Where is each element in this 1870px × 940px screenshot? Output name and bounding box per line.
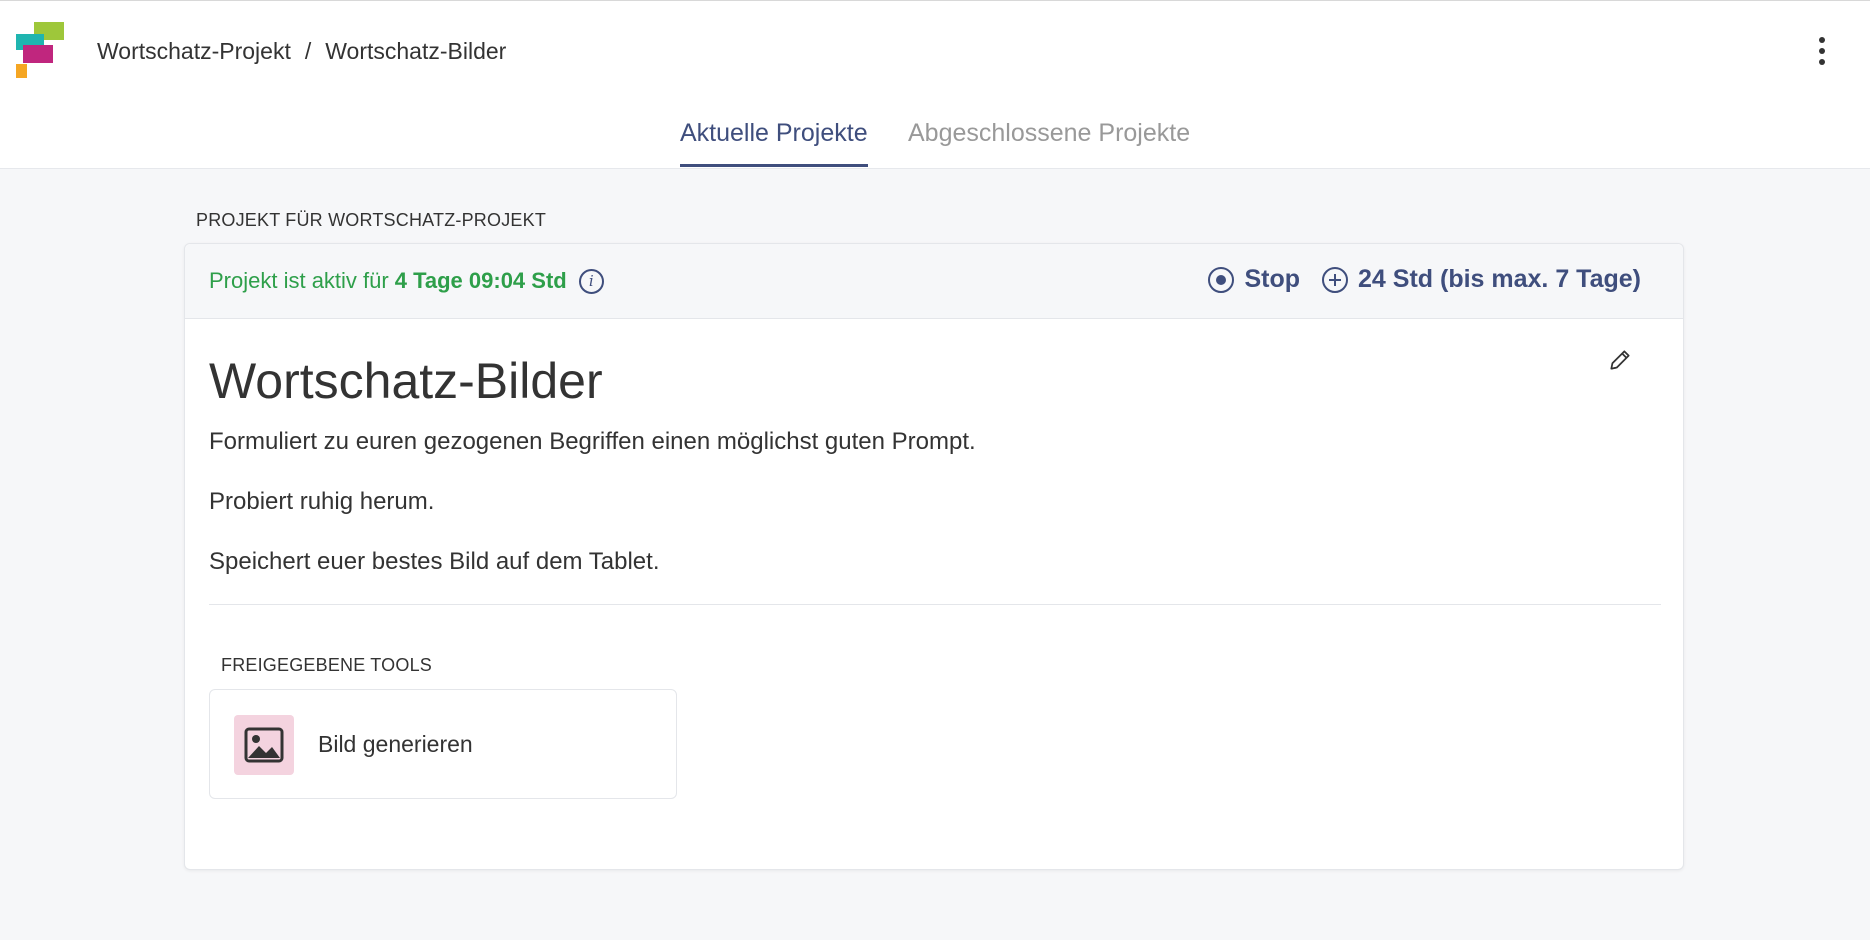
info-icon[interactable]: i xyxy=(578,268,604,294)
extend-button[interactable]: 24 Std (bis max. 7 Tage) xyxy=(1322,265,1641,294)
breadcrumb-separator: / xyxy=(304,37,312,64)
plus-circle-icon xyxy=(1322,266,1349,293)
stop-button[interactable]: Stop xyxy=(1208,265,1300,294)
instruction-paragraph: Speichert euer bestes Bild auf dem Table… xyxy=(209,548,660,575)
more-options-icon[interactable] xyxy=(1808,33,1836,69)
tool-name: Bild generieren xyxy=(318,731,473,757)
image-icon xyxy=(234,715,294,775)
kebab-dot xyxy=(1819,59,1825,65)
tab-completed-projects[interactable]: Abgeschlossene Projekte xyxy=(908,119,1190,164)
project-title: Wortschatz-Bilder xyxy=(209,353,603,409)
tab-current-projects[interactable]: Aktuelle Projekte xyxy=(680,119,868,167)
top-bar: Wortschatz-Projekt / Wortschatz-Bilder A… xyxy=(0,0,1870,169)
breadcrumb-item-project[interactable]: Wortschatz-Projekt xyxy=(97,38,291,65)
status-prefix: Projekt ist aktiv für xyxy=(209,268,389,293)
project-card: Projekt ist aktiv für 4 Tage 09:04 Std i… xyxy=(184,243,1684,870)
project-status-bar: Projekt ist aktiv für 4 Tage 09:04 Std i… xyxy=(185,244,1683,319)
edit-pencil-icon[interactable] xyxy=(1607,347,1633,373)
breadcrumb: Wortschatz-Projekt / Wortschatz-Bilder xyxy=(97,36,506,66)
divider xyxy=(209,604,1661,605)
kebab-dot xyxy=(1819,48,1825,54)
project-status: Projekt ist aktiv für 4 Tage 09:04 Std i xyxy=(209,268,604,294)
breadcrumb-item-current: Wortschatz-Bilder xyxy=(325,37,507,64)
stop-label: Stop xyxy=(1244,265,1301,293)
status-duration: 4 Tage 09:04 Std xyxy=(394,268,567,293)
extend-label: 24 Std (bis max. 7 Tage) xyxy=(1358,265,1641,293)
tools-section-label: FREIGEGEBENE TOOLS xyxy=(221,655,432,675)
kebab-dot xyxy=(1819,37,1825,43)
instruction-paragraph: Probiert ruhig herum. xyxy=(209,488,435,515)
project-tabs: Aktuelle Projekte Abgeschlossene Projekt… xyxy=(0,111,1870,170)
tool-card-image-generate[interactable]: Bild generieren xyxy=(209,689,677,799)
instruction-paragraph: Formuliert zu euren gezogenen Begriffen … xyxy=(209,428,976,455)
app-logo[interactable] xyxy=(16,22,66,80)
stop-icon xyxy=(1208,266,1235,293)
status-actions: Stop 24 Std (bis max. 7 Tage) xyxy=(1208,265,1641,294)
section-label: PROJEKT FÜR WORTSCHATZ-PROJEKT xyxy=(196,210,547,230)
